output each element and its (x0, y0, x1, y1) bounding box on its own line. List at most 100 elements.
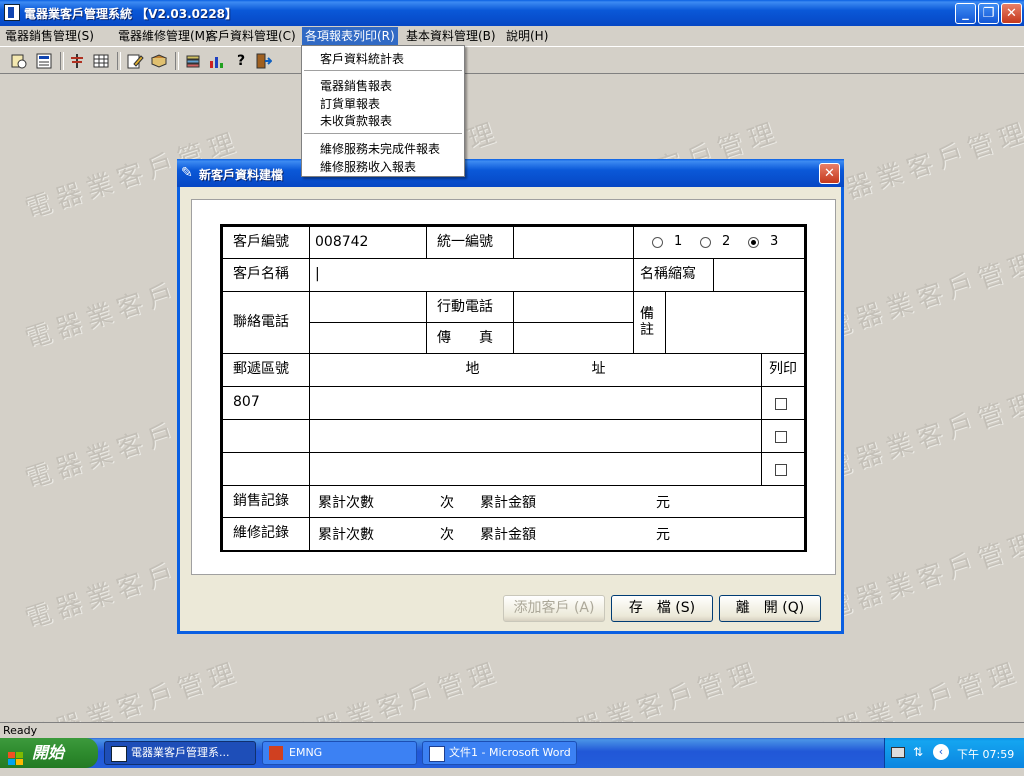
watermark: 電器業客戶管理 (821, 246, 1024, 345)
system-tray: ⇅ ‹ 下午 07:59 (884, 738, 1024, 768)
address-field[interactable] (310, 387, 762, 420)
chart-icon[interactable] (208, 52, 226, 70)
fax-field[interactable] (514, 323, 634, 354)
watermark: 電器業客戶管理 (821, 526, 1024, 625)
print-checkbox[interactable] (775, 398, 787, 410)
help-icon[interactable]: ? (232, 52, 250, 70)
task-button-app[interactable]: 電器業客戶管理系... (104, 741, 256, 765)
save-button[interactable]: 存 檔 (S) (611, 595, 713, 622)
mobile-label: 行動電話 (427, 292, 514, 323)
type-radio-1[interactable] (652, 237, 663, 248)
menu-bar: 電器銷售管理(S) 電器維修管理(M) 客戶資料管理(C) 各項報表列印(R) … (0, 26, 1024, 46)
type-radio-2[interactable] (700, 237, 711, 248)
customer-id-field[interactable]: 008742 (310, 227, 427, 259)
menu-item-repair-pending-report[interactable]: 維修服務未完成件報表 (320, 140, 440, 157)
grid-icon[interactable] (92, 52, 110, 70)
book-icon[interactable] (150, 52, 168, 70)
exit-icon[interactable] (254, 52, 273, 70)
sales-amount-unit: 元 (656, 495, 670, 511)
cut-icon[interactable] (68, 52, 86, 70)
minimize-button[interactable]: _ (955, 3, 976, 24)
phone-field-1[interactable] (310, 292, 427, 323)
dialog-close-button[interactable]: ✕ (819, 163, 840, 184)
task-button-emng[interactable]: EMNG (262, 741, 417, 765)
fax-label: 傳 真 (427, 323, 514, 354)
network-icon[interactable]: ⇅ (913, 745, 923, 759)
short-name-field[interactable] (714, 259, 805, 292)
task-button-word[interactable]: 文件1 - Microsoft Word (422, 741, 577, 765)
remarks-label: 備註 (634, 292, 666, 354)
toolbar-separator (60, 52, 64, 70)
status-text: Ready (3, 724, 38, 737)
type-radio-label: 3 (770, 234, 779, 249)
pencil-icon: ✎ (181, 165, 193, 181)
menu-item-unpaid-report[interactable]: 未收貨款報表 (320, 112, 392, 129)
start-button[interactable]: 開始 (0, 738, 98, 768)
edit-icon[interactable] (126, 52, 144, 70)
menu-item-order-report[interactable]: 訂貨單報表 (320, 95, 380, 112)
watermark: 電器業客戶管理 (21, 656, 244, 722)
customer-form-grid: 客戶編號 008742 統一編號 1 2 3 客戶名稱 | 名稱縮寫 聯絡電話 … (220, 224, 807, 552)
type-radio-3[interactable] (748, 237, 759, 248)
emng-icon (269, 746, 283, 760)
status-bar: Ready (0, 722, 1024, 738)
sales-record-row: 累計次數 次 累計金額 元 (310, 486, 805, 518)
menu-customer[interactable]: 客戶資料管理(C) (203, 27, 299, 45)
sales-count-label: 累計次數 (318, 495, 374, 511)
keyboard-icon[interactable] (891, 747, 905, 758)
watermark: 電器業客戶管理 (281, 656, 504, 722)
menu-repair[interactable]: 電器維修管理(M) (115, 27, 213, 45)
repair-record-row: 累計次數 次 累計金額 元 (310, 518, 805, 550)
menu-sales[interactable]: 電器銷售管理(S) (2, 27, 97, 45)
print-checkbox-cell (762, 453, 805, 486)
app-titlebar[interactable]: 電器業客戶管理系統 【V2.03.0228】 _ ❐ ✕ (0, 0, 1024, 26)
dialog-titlebar[interactable]: ✎ 新客戶資料建檔 ✕ (177, 159, 844, 187)
maximize-button[interactable]: ❐ (978, 3, 999, 24)
menu-separator (304, 133, 462, 134)
stack-icon[interactable] (184, 52, 202, 70)
menu-item-repair-income-report[interactable]: 維修服務收入報表 (320, 158, 416, 175)
watermark: 電器業客戶管理 (801, 656, 1024, 722)
menu-help[interactable]: 說明(H) (503, 27, 551, 45)
zip-field[interactable] (223, 420, 310, 453)
report-icon[interactable] (35, 52, 53, 70)
repair-count-unit: 次 (440, 527, 454, 543)
repair-amount-unit: 元 (656, 527, 670, 543)
task-label: EMNG (289, 746, 323, 759)
print-checkbox[interactable] (775, 464, 787, 476)
clock[interactable]: 下午 07:59 (957, 746, 1014, 762)
leave-button[interactable]: 離 開 (Q) (719, 595, 821, 622)
customer-name-label: 客戶名稱 (223, 259, 310, 292)
address-field[interactable] (310, 453, 762, 486)
zip-field[interactable]: 807 (223, 387, 310, 420)
print-label: 列印 (762, 354, 805, 387)
app-icon[interactable] (4, 4, 20, 21)
task-label: 文件1 - Microsoft Word (449, 746, 571, 759)
tax-id-label: 統一編號 (427, 227, 514, 259)
phone-field-2[interactable] (310, 323, 427, 354)
repair-amount-label: 累計金額 (480, 527, 536, 543)
start-label: 開始 (32, 743, 65, 762)
toolbar: ? (0, 46, 1024, 74)
menu-basic-data[interactable]: 基本資料管理(B) (403, 27, 499, 45)
menu-reports[interactable]: 各項報表列印(R) (302, 27, 398, 45)
add-customer-button[interactable]: 添加客戶 (A) (503, 595, 605, 622)
menu-item-customer-stats[interactable]: 客戶資料統計表 (320, 50, 404, 67)
address-label: 地 址 (310, 354, 762, 387)
word-document-icon (429, 746, 445, 762)
close-button[interactable]: ✕ (1001, 3, 1022, 24)
customer-list-icon[interactable] (10, 52, 28, 70)
customer-name-field[interactable]: | (310, 259, 634, 292)
app-title: 電器業客戶管理系統 【V2.03.0228】 (24, 7, 238, 21)
print-checkbox[interactable] (775, 431, 787, 443)
address-field[interactable] (310, 420, 762, 453)
tax-id-field[interactable] (514, 227, 634, 259)
show-hidden-icons-icon[interactable]: ‹ (933, 744, 949, 760)
zip-field[interactable] (223, 453, 310, 486)
mobile-field[interactable] (514, 292, 634, 323)
taskbar: 開始 電器業客戶管理系... EMNG 文件1 - Microsoft Word… (0, 738, 1024, 768)
menu-item-sales-report[interactable]: 電器銷售報表 (320, 77, 392, 94)
remarks-field[interactable] (666, 292, 805, 354)
toolbar-separator (117, 52, 121, 70)
type-radio-label: 2 (722, 234, 731, 249)
